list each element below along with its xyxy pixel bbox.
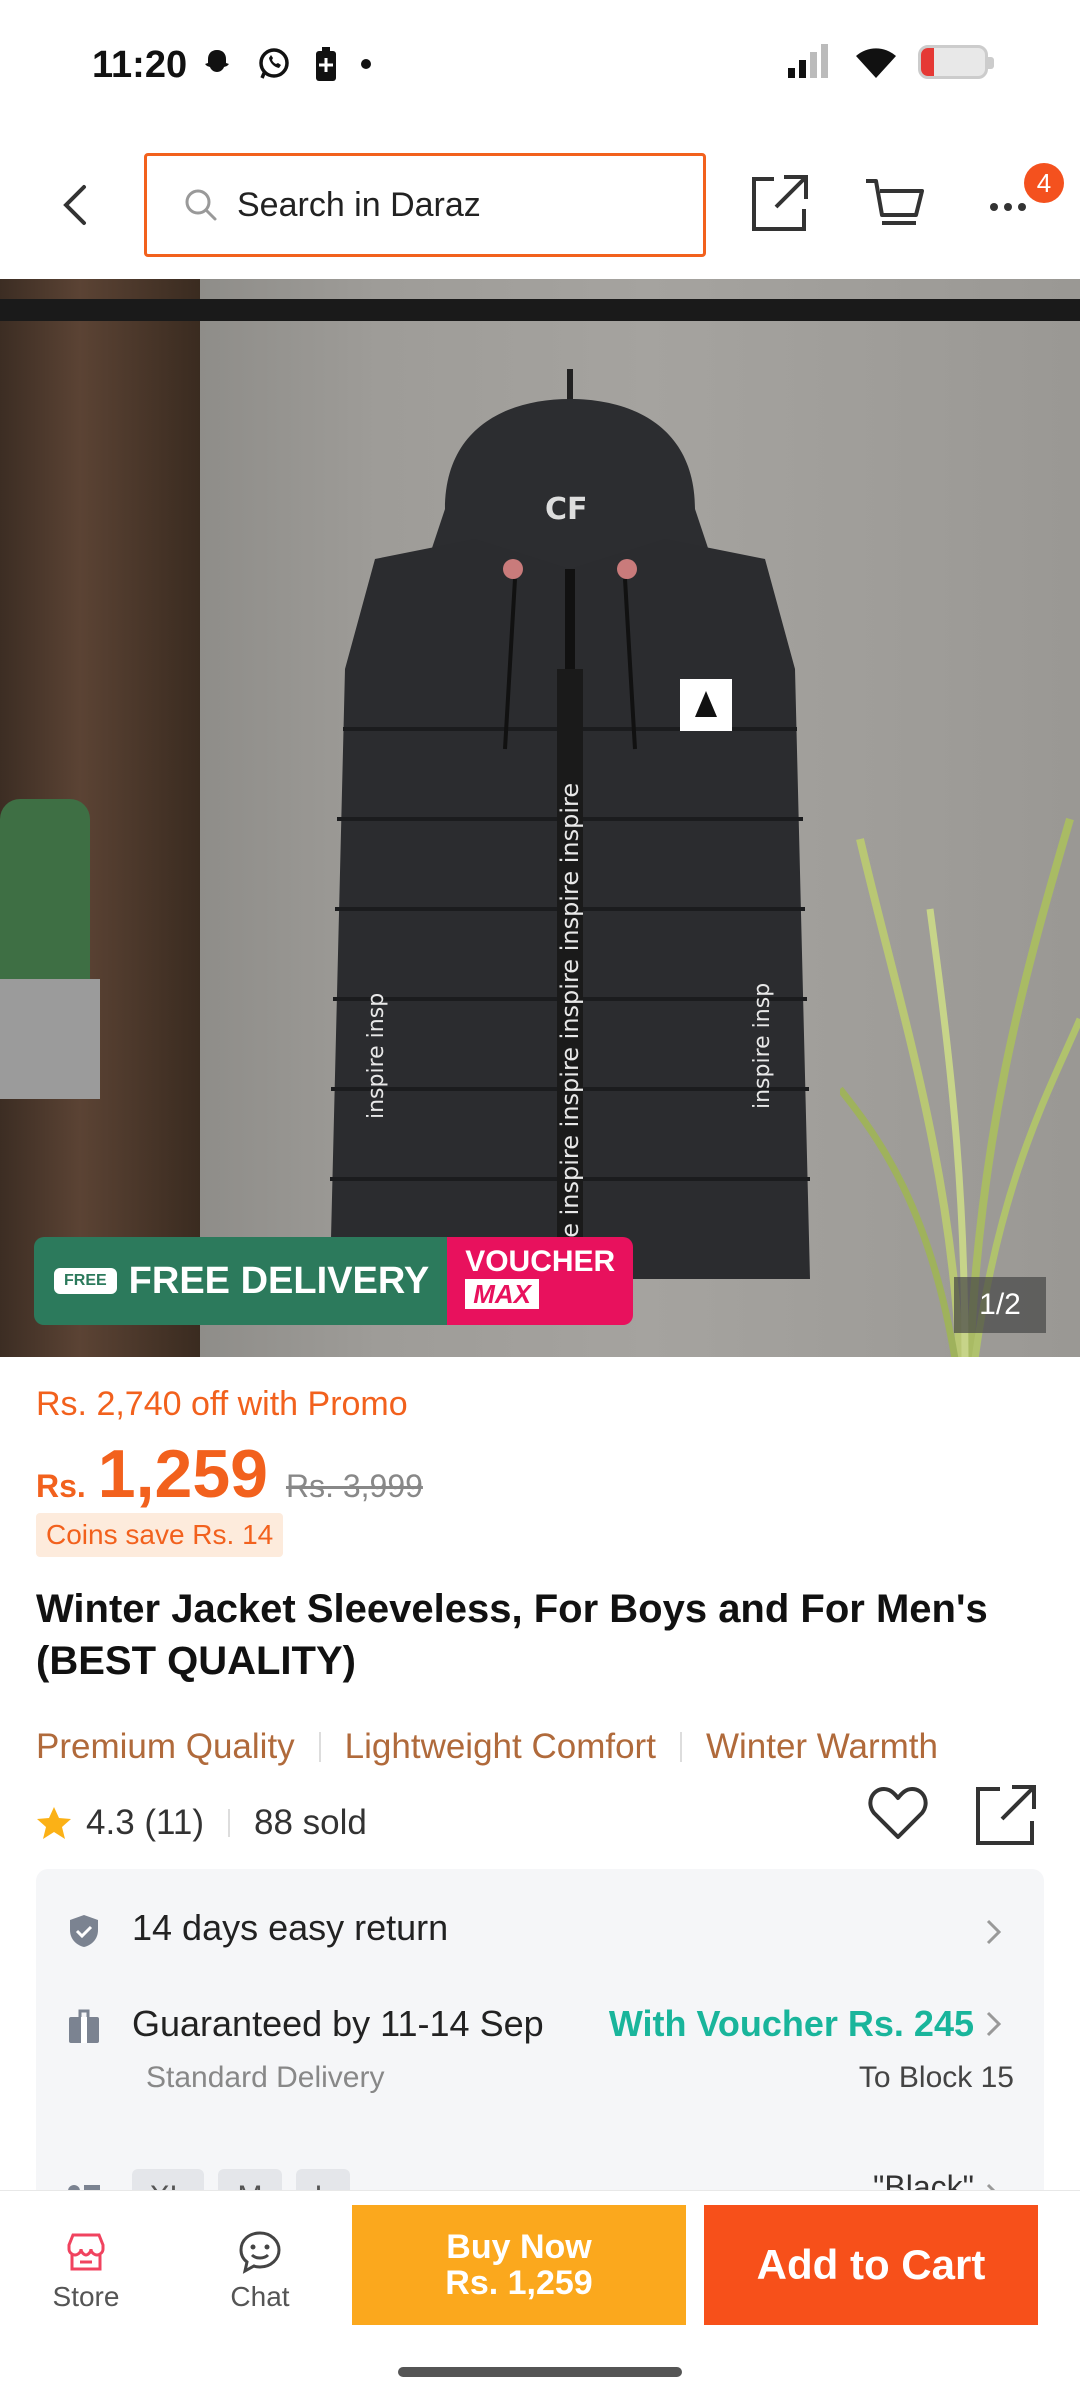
rating-row[interactable]: 4.3 (11) 88 sold [36, 1803, 367, 1843]
shield-check-icon [70, 1915, 98, 1947]
chevron-right-icon [986, 1919, 1002, 1945]
svg-text:pire inspire inspire inspire i: pire inspire inspire inspire inspire ins… [556, 783, 584, 1269]
price-currency: Rs. [36, 1468, 86, 1504]
cart-icon[interactable] [862, 171, 928, 237]
delivery-type-label: Standard Delivery [146, 2061, 385, 2094]
buy-now-button[interactable]: Buy Now Rs. 1,259 [352, 2205, 686, 2325]
plant-pot [0, 979, 100, 1099]
tag-divider [679, 1732, 682, 1762]
dot-icon [361, 59, 371, 69]
free-delivery-label: FREE DELIVERY [128, 1259, 430, 1302]
chat-icon [239, 2231, 281, 2274]
promo-text: Rs. 2,740 off with Promo [36, 1385, 408, 1423]
bottom-action-bar: Store Chat Buy Now Rs. 1,259 Add to Cart [0, 2190, 1080, 2400]
voucher-label: With Voucher Rs. 245 [608, 2003, 974, 2044]
signal-icon [788, 44, 828, 78]
battery-icon [918, 45, 994, 79]
search-input[interactable]: Search in Daraz [144, 153, 706, 257]
notification-icons [200, 46, 372, 82]
status-bar: 11:20 [0, 0, 1080, 135]
product-image-gallery[interactable]: pire inspire inspire inspire inspire ins… [0, 279, 1080, 1357]
original-price: Rs. 3,999 [285, 1468, 423, 1504]
share-product-icon[interactable] [972, 1781, 1040, 1849]
notification-badge: 4 [1024, 163, 1064, 203]
grass-plant [840, 817, 1080, 1357]
wishlist-heart-icon[interactable] [866, 1781, 930, 1845]
product-title: Winter Jacket Sleeveless, For Boys and F… [36, 1587, 988, 1683]
voucher-max-label: MAX [465, 1279, 539, 1309]
system-icons [786, 44, 994, 80]
svg-text:CF: CF [545, 492, 588, 527]
store-button[interactable]: Store [26, 2229, 146, 2313]
chat-label: Chat [230, 2281, 290, 2312]
return-policy-row[interactable]: 14 days easy return [36, 1899, 1044, 1969]
delivery-date-label: Guaranteed by 11-14 Sep [132, 2003, 544, 2044]
share-icon[interactable] [746, 171, 812, 237]
wooden-rack [0, 279, 200, 1357]
svg-text:inspire insp: inspire insp [750, 983, 775, 1109]
star-icon [37, 1807, 71, 1839]
tag-item: Premium Quality [36, 1727, 295, 1766]
add-to-cart-button[interactable]: Add to Cart [704, 2205, 1038, 2325]
status-time: 11:20 [92, 44, 188, 86]
chevron-right-icon [986, 2011, 1002, 2037]
tag-divider [318, 1732, 321, 1762]
image-counter: 1/2 [954, 1277, 1046, 1333]
return-policy-label: 14 days easy return [132, 1907, 449, 1948]
voucher-max-banner: VOUCHER MAX [447, 1237, 634, 1325]
rating-divider [228, 1809, 231, 1837]
svg-text:inspire insp: inspire insp [364, 993, 389, 1119]
battery-saver-icon [316, 47, 336, 81]
tag-item: Winter Warmth [705, 1727, 938, 1766]
store-label: Store [52, 2281, 120, 2312]
free-delivery-banner: FREE FREE DELIVERY [34, 1237, 448, 1325]
price-value: 1,259 [97, 1436, 268, 1512]
product-tags: Premium Quality Lightweight Comfort Wint… [36, 1727, 938, 1767]
delivery-row[interactable]: Guaranteed by 11-14 Sep With Voucher Rs.… [36, 2003, 1044, 2123]
delivery-location-label: To Block 15 [858, 2061, 1014, 2094]
buy-now-price: Rs. 1,259 [445, 2264, 593, 2302]
sold-count: 88 sold [254, 1803, 367, 1842]
rating-value: 4.3 (11) [86, 1803, 205, 1842]
delivery-card: 14 days easy return Guaranteed by 11-14 … [36, 1869, 1044, 2209]
top-bar: Search in Daraz 4 [0, 135, 1080, 279]
truck-icon: FREE [54, 1268, 117, 1294]
wifi-icon [856, 48, 896, 78]
home-indicator[interactable] [398, 2367, 682, 2377]
coins-badge: Coins save Rs. 14 [36, 1513, 284, 1557]
price-row: Rs. 1,259 Rs. 3,999 [36, 1435, 423, 1513]
cactus-plant [0, 799, 90, 999]
search-icon [185, 189, 217, 221]
hanging-rod [0, 299, 1080, 321]
jacket-photo: pire inspire inspire inspire inspire ins… [330, 369, 810, 1279]
whatsapp-icon [259, 48, 289, 79]
tag-item: Lightweight Comfort [344, 1727, 656, 1766]
buy-now-label: Buy Now [446, 2228, 592, 2266]
back-arrow-icon[interactable] [54, 181, 98, 229]
chat-button[interactable]: Chat [200, 2229, 320, 2313]
search-placeholder: Search in Daraz [237, 185, 481, 224]
promo-banner: FREE FREE DELIVERY VOUCHER MAX [34, 1237, 634, 1325]
snapchat-icon [205, 50, 229, 72]
voucher-label: VOUCHER [465, 1245, 616, 1278]
store-icon [67, 2233, 105, 2271]
delivery-package-icon [69, 2009, 99, 2043]
